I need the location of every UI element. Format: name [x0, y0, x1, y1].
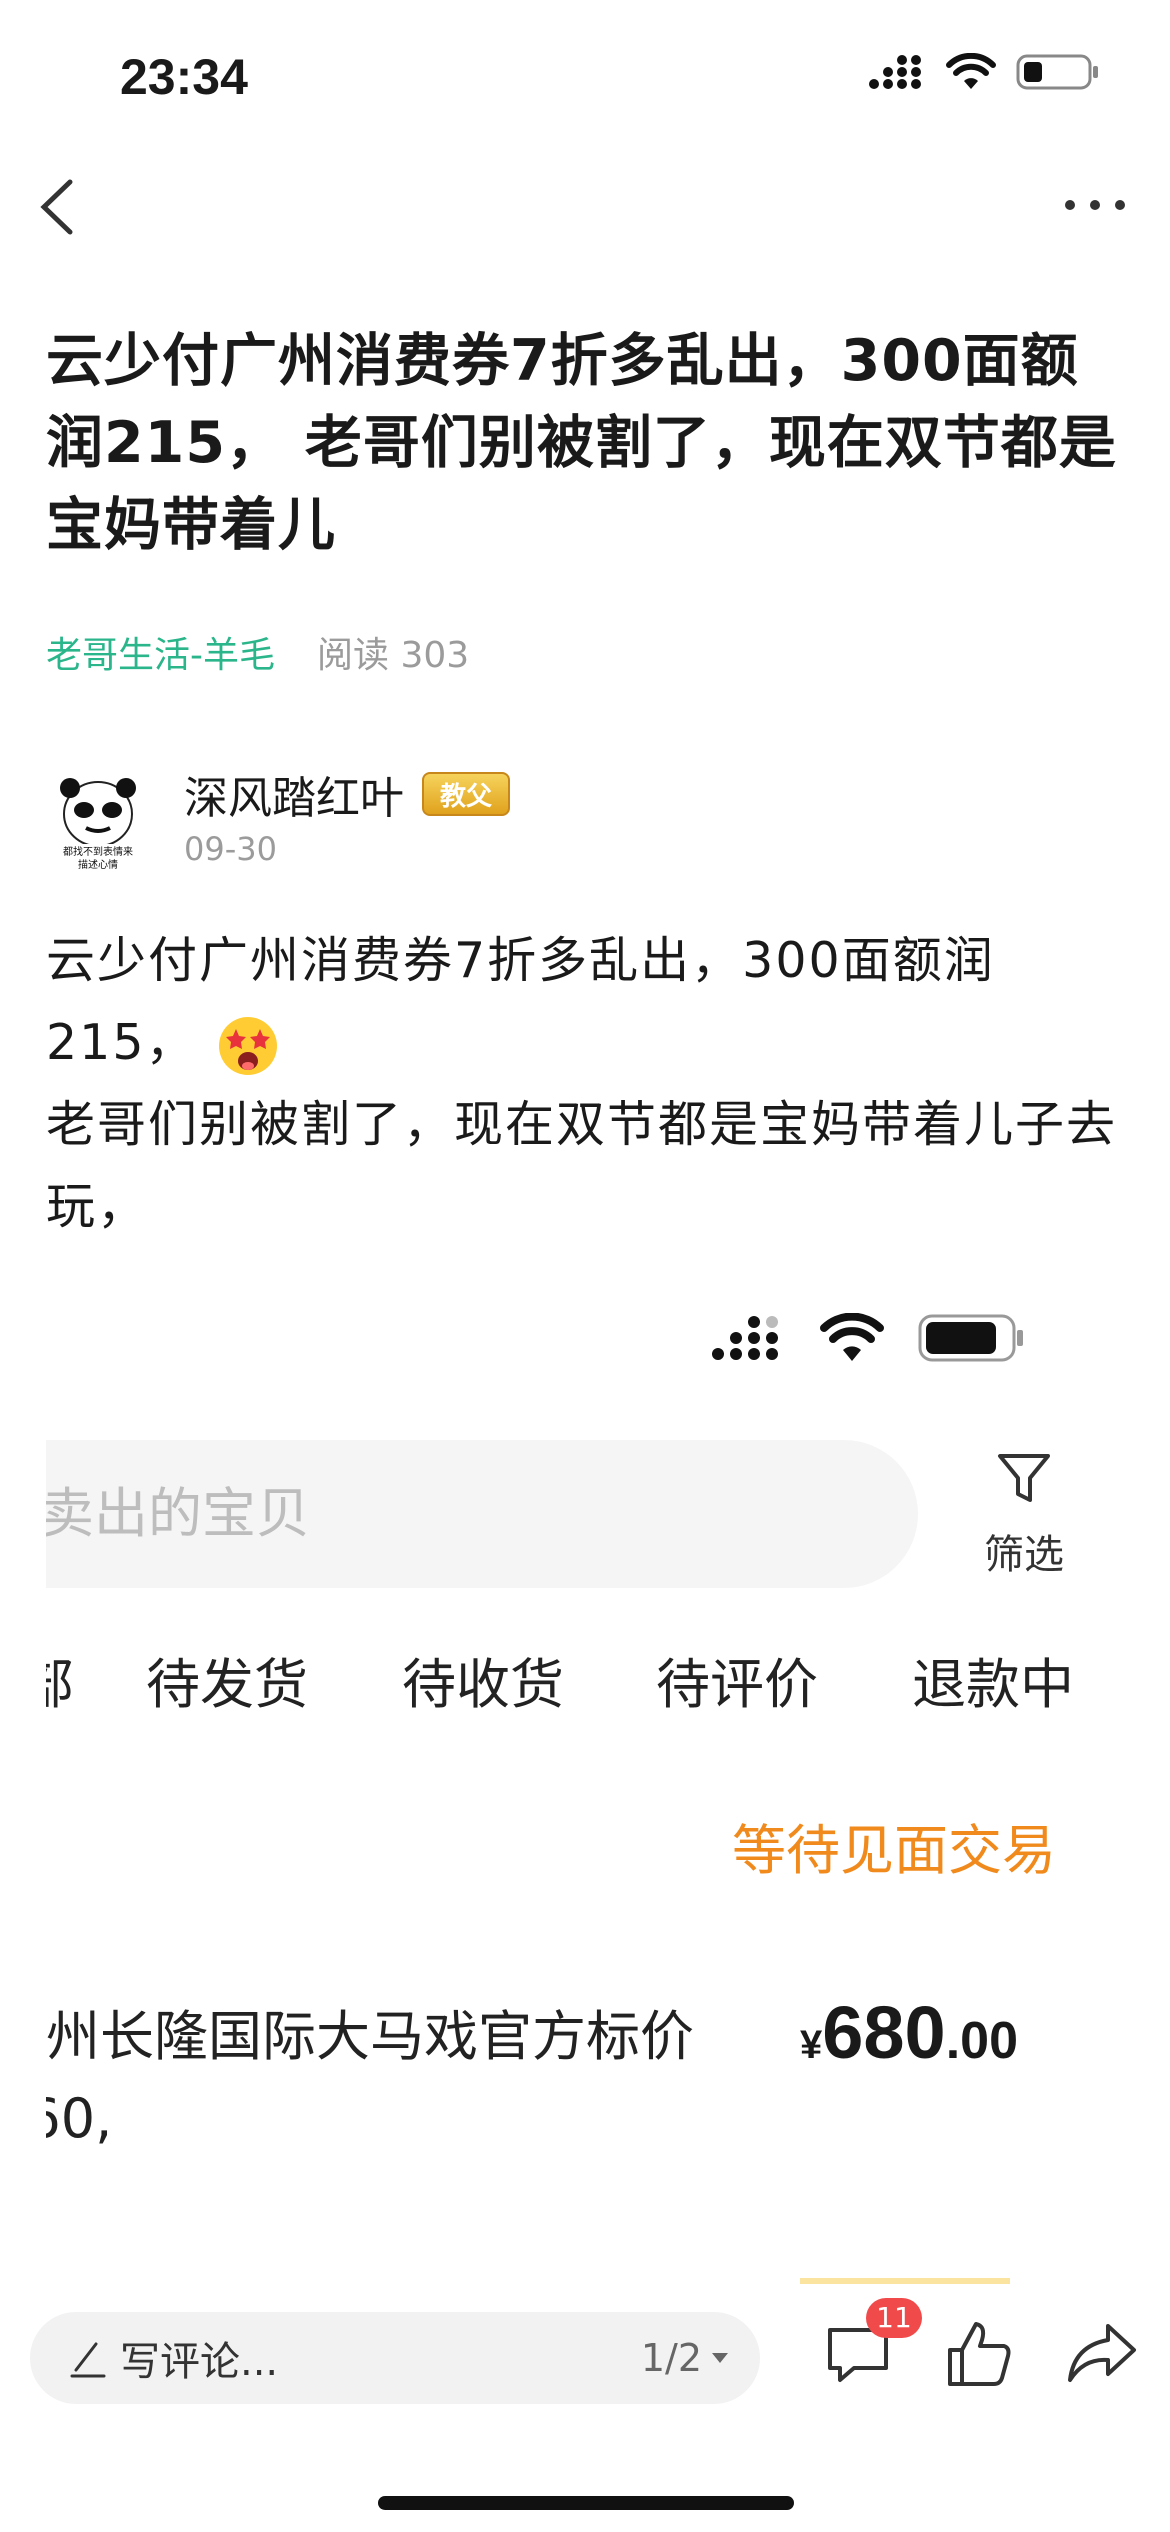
avatar[interactable]: 都找不到表情来 描述心情: [46, 772, 150, 876]
product-title-line-1: 广州长隆国际大马戏官方标价: [46, 2005, 694, 2068]
svg-text:都找不到表情来: 都找不到表情来: [63, 845, 133, 858]
caret-down-icon: [712, 2353, 728, 2363]
article-title: 云少付广州消费券7折多乱出，300面额润215， 老哥们别被割了，现在双节都是宝…: [46, 328, 1117, 558]
read-count: 阅读 303: [317, 635, 470, 676]
tab-pending-receipt[interactable]: 待收货: [402, 1640, 564, 1719]
product-title[interactable]: 广州长隆国际大马戏官方标价 360,: [46, 1996, 726, 2160]
star-eyes-emoji-icon: [218, 1016, 277, 1075]
tab-pending-shipment[interactable]: 待发货: [146, 1640, 308, 1719]
back-icon[interactable]: [30, 172, 90, 242]
page-selector[interactable]: 1/2: [641, 2336, 730, 2380]
body-line-1: 云少付广州消费券7折多乱出，300面额润215，: [46, 932, 995, 1071]
comment-placeholder: 写评论...: [120, 2339, 279, 2385]
status-time: 23:34: [120, 49, 248, 105]
battery-icon: [1016, 54, 1098, 90]
comment-input[interactable]: 写评论... 1/2: [30, 2312, 760, 2404]
wifi-icon: [820, 1313, 884, 1361]
post-date: 09-30: [184, 830, 277, 868]
order-tabs: 全部 待发货 待收货 待评价 退款中: [46, 1640, 1126, 1720]
price-decimal: .00: [945, 2012, 1019, 2070]
article-meta: 老哥生活-羊毛 阅读 303: [46, 626, 469, 678]
signal-icon: [869, 55, 921, 89]
price-integer: 680: [822, 1991, 946, 2074]
tab-refunding[interactable]: 退款中: [912, 1640, 1074, 1719]
author-name-row: 深风踏红叶 教父: [184, 762, 511, 826]
author-name[interactable]: 深风踏红叶: [184, 762, 404, 826]
cropped-button-edge: [800, 2278, 1010, 2284]
author-badge: 教父: [422, 772, 511, 816]
comment-count-badge: 11: [866, 2298, 922, 2338]
product-price: ¥680.00: [800, 1990, 1018, 2075]
wifi-icon: [946, 53, 996, 89]
tab-pending-review[interactable]: 待评价: [656, 1640, 818, 1719]
price-currency: ¥: [800, 2023, 823, 2067]
page-indicator: 1/2: [640, 2336, 702, 2380]
svg-text:描述心情: 描述心情: [78, 858, 118, 871]
share-icon[interactable]: [1064, 2316, 1140, 2392]
pen-icon: [70, 2342, 106, 2378]
filter-icon: [998, 1454, 1050, 1502]
product-title-line-2: 360,: [46, 2087, 113, 2150]
home-indicator[interactable]: [378, 2496, 794, 2510]
search-placeholder: 卖出的宝贝: [46, 1482, 310, 1545]
filter-label: 筛选: [984, 1532, 1064, 1578]
signal-icon: [712, 1316, 778, 1360]
battery-icon: [918, 1314, 1023, 1362]
tab-all[interactable]: 全部: [46, 1640, 74, 1719]
like-icon[interactable]: [942, 2316, 1018, 2392]
embedded-status-icons: [710, 1312, 1026, 1364]
article-body: 云少付广州消费券7折多乱出，300面额润215， 老哥们别被割了，现在双节都是宝…: [46, 920, 1136, 1248]
category-link[interactable]: 老哥生活-羊毛: [46, 626, 275, 678]
filter-button[interactable]: 筛选: [974, 1448, 1074, 1580]
body-line-2: 老哥们别被割了，现在双节都是宝妈带着儿子去玩，: [46, 1096, 1118, 1235]
status-icons: [868, 52, 1100, 92]
more-icon[interactable]: [1060, 185, 1130, 225]
embedded-search-input[interactable]: 卖出的宝贝: [46, 1440, 918, 1588]
order-status: 等待见面交易: [732, 1819, 1056, 1882]
